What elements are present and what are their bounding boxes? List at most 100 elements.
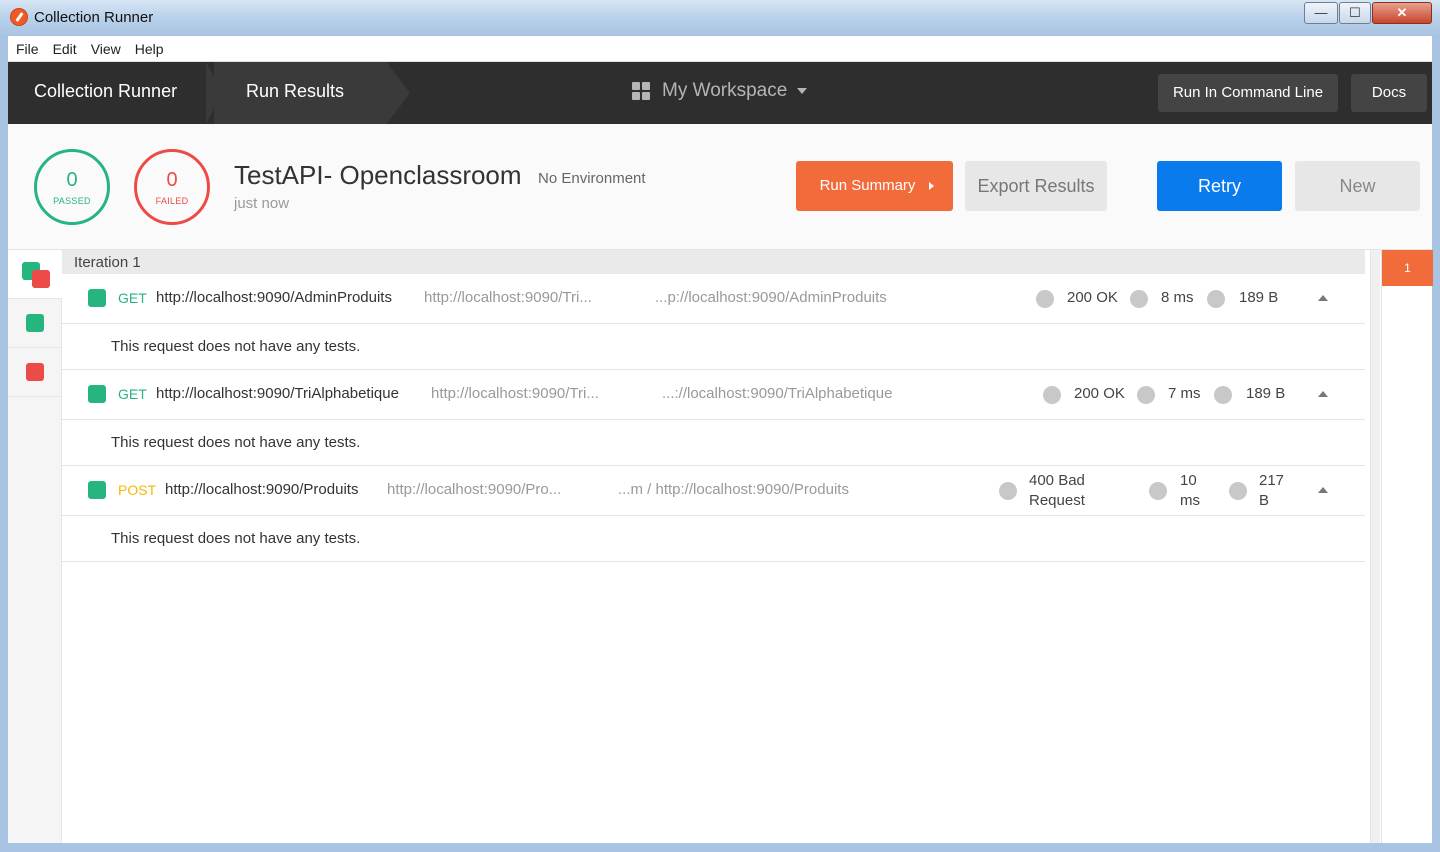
menu-file[interactable]: File (8, 36, 45, 57)
window-title: Collection Runner (34, 9, 154, 26)
window-titlebar: Collection Runner — ☐ ✕ (0, 0, 1440, 36)
collapse-arrow-icon[interactable] (1318, 295, 1328, 301)
request-row[interactable]: GET http://localhost:9090/AdminProduits … (62, 274, 1365, 324)
request-path-url: ...m / http://localhost:9090/Produits (618, 481, 849, 498)
new-button[interactable]: New (1295, 161, 1420, 211)
failed-counter: 0 FAILED (134, 149, 210, 225)
failed-count: 0 (166, 169, 178, 191)
request-path-url: ...://localhost:9090/TriAlphabetique (662, 385, 893, 402)
request-url: http://localhost:9090/Produits (165, 481, 359, 498)
response-time: 8 ms (1161, 289, 1194, 306)
all-fail-icon (32, 270, 50, 288)
response-size-line2: B (1259, 492, 1270, 509)
results-area: Iteration 1 GET http://localhost:9090/Ad… (8, 250, 1433, 843)
filter-passed[interactable] (8, 299, 62, 348)
request-url: http://localhost:9090/TriAlphabetique (156, 385, 399, 402)
response-time: 7 ms (1168, 385, 1201, 402)
maximize-button[interactable]: ☐ (1339, 2, 1371, 24)
menu-bar: File Edit View Help (8, 36, 1432, 62)
run-timestamp: just now (234, 195, 290, 212)
tests-row: This request does not have any tests. (62, 420, 1365, 466)
request-method: GET (118, 386, 147, 402)
no-tests-message: This request does not have any tests. (111, 530, 361, 547)
size-dot-icon (1214, 386, 1232, 404)
request-status-icon (88, 481, 106, 499)
passed-filter-icon (26, 314, 44, 332)
menu-view[interactable]: View (83, 36, 127, 57)
response-status-line1: 400 Bad (1029, 472, 1085, 489)
request-short-url: http://localhost:9090/Tri... (424, 289, 592, 306)
collection-name: TestAPI- Openclassroom (234, 160, 522, 190)
time-dot-icon (1130, 290, 1148, 308)
window-frame-bottom (0, 843, 1440, 852)
menu-help[interactable]: Help (127, 36, 170, 57)
response-status-line2: Request (1029, 492, 1085, 509)
passed-counter: 0 PASSED (34, 149, 110, 225)
request-short-url: http://localhost:9090/Pro... (387, 481, 562, 498)
response-status: 200 OK (1067, 289, 1118, 306)
filter-failed[interactable] (8, 348, 62, 397)
run-summary-label: Run Summary (819, 177, 916, 194)
results-scrollbar[interactable] (1370, 250, 1380, 843)
response-time-line1: 10 (1180, 472, 1197, 489)
request-short-url: http://localhost:9090/Tri... (431, 385, 599, 402)
passed-count: 0 (66, 169, 78, 191)
chevron-down-icon (797, 88, 808, 94)
iteration-badge[interactable]: 1 (1382, 250, 1433, 286)
no-tests-message: This request does not have any tests. (111, 338, 361, 355)
response-status: 200 OK (1074, 385, 1125, 402)
status-dot-icon (1036, 290, 1054, 308)
response-size-line1: 217 (1259, 472, 1285, 489)
passed-label: PASSED (53, 196, 91, 206)
time-dot-icon (1137, 386, 1155, 404)
retry-button[interactable]: Retry (1157, 161, 1282, 211)
run-summary-button[interactable]: Run Summary (796, 161, 953, 211)
workspace-label: My Workspace (662, 80, 788, 101)
failed-label: FAILED (155, 196, 189, 206)
response-time: 10 ms (1180, 471, 1200, 511)
request-method: GET (118, 290, 147, 306)
collapse-arrow-icon[interactable] (1318, 391, 1328, 397)
tests-row: This request does not have any tests. (62, 324, 1365, 370)
status-dot-icon (1043, 386, 1061, 404)
export-results-button[interactable]: Export Results (965, 161, 1107, 211)
size-dot-icon (1229, 482, 1247, 500)
collapse-arrow-icon[interactable] (1318, 487, 1328, 493)
run-in-command-line-button[interactable]: Run In Command Line (1158, 74, 1338, 112)
window-frame-right (1432, 36, 1440, 843)
workspace-grid-icon (632, 82, 650, 100)
minimize-button[interactable]: — (1304, 2, 1338, 24)
iteration-rail: 1 (1381, 250, 1433, 843)
request-results-list: GET http://localhost:9090/AdminProduits … (62, 274, 1365, 562)
postman-logo-icon (10, 8, 28, 26)
size-dot-icon (1207, 290, 1225, 308)
environment-label: No Environment (538, 170, 646, 187)
no-tests-message: This request does not have any tests. (111, 434, 361, 451)
docs-button[interactable]: Docs (1351, 74, 1427, 112)
window-frame-left (0, 36, 8, 843)
filter-all[interactable] (8, 250, 62, 299)
play-arrow-icon (929, 182, 934, 190)
failed-filter-icon (26, 363, 44, 381)
workspace-selector[interactable]: My Workspace (632, 80, 808, 102)
run-summary-panel: 0 PASSED 0 FAILED TestAPI- Openclassroom… (8, 124, 1432, 250)
request-method: POST (118, 482, 157, 498)
close-button[interactable]: ✕ (1372, 2, 1432, 24)
breadcrumb-run-results[interactable]: Run Results (214, 62, 410, 124)
tests-row: This request does not have any tests. (62, 516, 1365, 562)
request-row[interactable]: GET http://localhost:9090/TriAlphabetiqu… (62, 370, 1365, 420)
request-path-url: ...p://localhost:9090/AdminProduits (655, 289, 887, 306)
breadcrumb-collection-runner[interactable]: Collection Runner (8, 62, 214, 124)
request-url: http://localhost:9090/AdminProduits (156, 289, 392, 306)
response-size: 217 B (1259, 471, 1284, 511)
response-size: 189 B (1239, 289, 1279, 306)
request-status-icon (88, 289, 106, 307)
app-header: Collection Runner Run Results My Workspa… (8, 62, 1432, 124)
iteration-header: Iteration 1 (62, 250, 1365, 274)
filter-rail (8, 250, 62, 843)
response-time-line2: ms (1180, 492, 1200, 509)
request-row[interactable]: POST http://localhost:9090/Produits http… (62, 466, 1365, 516)
response-status: 400 Bad Request (1029, 471, 1085, 511)
request-status-icon (88, 385, 106, 403)
menu-edit[interactable]: Edit (45, 36, 83, 57)
